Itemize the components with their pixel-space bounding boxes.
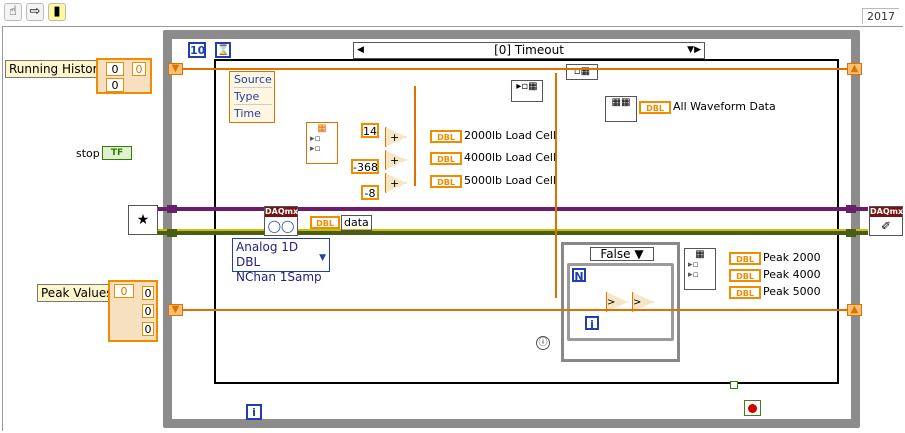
peak2000-terminal[interactable]: DBL bbox=[729, 252, 761, 265]
unbundle-item-type: Type bbox=[234, 90, 272, 105]
constant-offset-1[interactable]: 14 bbox=[361, 123, 379, 138]
daqmx-read-node[interactable]: DAQmx ◯◯ bbox=[264, 206, 298, 236]
history-wire bbox=[183, 68, 847, 70]
peak-value-1[interactable]: 0 bbox=[142, 286, 154, 300]
peak-value-3[interactable]: 0 bbox=[142, 322, 154, 336]
polymorphic-dropdown-icon[interactable]: ▼ bbox=[319, 251, 326, 266]
version-year: 2017 bbox=[862, 8, 899, 24]
hand-icon[interactable]: ☝ bbox=[4, 3, 22, 21]
peak-array-icon: ▦ bbox=[695, 249, 705, 260]
case-decrement-icon[interactable]: ◀ bbox=[354, 43, 367, 58]
case-selector[interactable]: ◀ [0] Timeout ▼▶ bbox=[353, 42, 705, 59]
task-tunnel-right bbox=[846, 205, 856, 213]
daqmx-polymorphic-selector[interactable]: Analog 1D DBL NChan 1Samp ▼ bbox=[232, 238, 330, 284]
all-waveform-terminal[interactable]: DBL bbox=[639, 101, 671, 114]
for-loop[interactable]: N i > > bbox=[567, 263, 674, 341]
shift-register-left-bottom: ▼ bbox=[168, 304, 183, 316]
running-history-index[interactable]: 0 bbox=[132, 62, 146, 76]
index-terminals: ▸▫ ▸▫ bbox=[310, 134, 321, 154]
error-tunnel-right bbox=[846, 229, 856, 237]
inner-case-selector[interactable]: False ▼ bbox=[590, 247, 654, 261]
error-tunnel-left bbox=[167, 229, 177, 237]
glasses-icon: ◯◯ bbox=[267, 219, 295, 233]
case-selector-label: [0] Timeout bbox=[494, 43, 564, 57]
peak2000-label: Peak 2000 bbox=[763, 251, 821, 264]
sum-wire bbox=[414, 86, 416, 186]
load2000-label: 2000lb Load Cell bbox=[464, 129, 556, 142]
load4000-terminal[interactable]: DBL bbox=[430, 152, 462, 165]
for-loop-iteration: i bbox=[585, 316, 599, 331]
running-history-value-1[interactable]: 0 bbox=[106, 62, 124, 76]
stop-control[interactable]: TF bbox=[102, 146, 132, 160]
peak5000-label: Peak 5000 bbox=[763, 285, 821, 298]
waveform-node[interactable]: ▦▦ bbox=[605, 96, 637, 122]
info-icon[interactable]: ⓘ bbox=[536, 336, 550, 350]
case-dropdown-icon[interactable]: ▼▶ bbox=[684, 43, 704, 58]
peak-value-2[interactable]: 0 bbox=[142, 304, 154, 318]
for-loop-count: N bbox=[572, 268, 586, 283]
shift-register-left-top: ▼ bbox=[168, 63, 183, 75]
vertical-wire bbox=[555, 73, 557, 298]
all-waveform-label: All Waveform Data bbox=[673, 100, 776, 113]
peak-values-index[interactable]: 0 bbox=[114, 284, 134, 298]
stop-condition-tunnel bbox=[730, 381, 738, 389]
waveform-icon: ▦▦ bbox=[611, 97, 631, 108]
constant-offset-3[interactable]: -8 bbox=[361, 185, 379, 200]
stop-sign-icon bbox=[748, 404, 757, 413]
peak-values-label: Peak Values bbox=[37, 284, 117, 302]
peak5000-terminal[interactable]: DBL bbox=[729, 286, 761, 299]
unbundle-by-name[interactable]: Source Type Time bbox=[229, 71, 275, 123]
data-indicator-terminal[interactable]: DBL bbox=[310, 216, 340, 229]
load2000-terminal[interactable]: DBL bbox=[430, 130, 462, 143]
append-array-node[interactable]: ▫▦ bbox=[566, 64, 598, 80]
stop-label: stop bbox=[76, 147, 100, 160]
load5000-label: 5000lb Load Cell bbox=[464, 174, 556, 187]
load5000-terminal[interactable]: DBL bbox=[430, 175, 462, 188]
unbundle-item-source: Source bbox=[234, 73, 272, 88]
unbundle-item-time: Time bbox=[234, 107, 261, 120]
wait-timer-icon[interactable]: ⌛ bbox=[215, 42, 231, 58]
load4000-label: 4000lb Load Cell bbox=[464, 151, 556, 164]
stop-condition-terminal[interactable] bbox=[744, 400, 761, 416]
eraser-icon: ✐ bbox=[880, 219, 892, 233]
build-array-node[interactable]: ▸▫▦ bbox=[511, 80, 543, 102]
polymorphic-line-1: Analog 1D DBL bbox=[236, 240, 299, 269]
toolbar: ☝ ⇨ ▮ 2017 bbox=[0, 0, 905, 26]
shift-register-right-bottom: ▲ bbox=[847, 304, 862, 316]
array-icon: ▦ bbox=[317, 123, 327, 134]
shift-register-right-top: ▲ bbox=[847, 63, 862, 75]
peak-values-array[interactable]: 0 0 0 0 bbox=[108, 280, 158, 342]
arrow-right-icon[interactable]: ⇨ bbox=[26, 3, 44, 21]
iteration-terminal: i bbox=[246, 404, 262, 420]
peak-wire bbox=[183, 309, 847, 311]
running-history-array[interactable]: 0 0 0 bbox=[96, 58, 152, 94]
constant-offset-2[interactable]: -368 bbox=[351, 159, 379, 174]
peak4000-label: Peak 4000 bbox=[763, 268, 821, 281]
daqmx-read-badge: DAQmx bbox=[265, 207, 299, 217]
daqmx-task-constant-icon[interactable]: ★ bbox=[128, 205, 158, 235]
data-label: data bbox=[341, 215, 372, 231]
daqmx-clear-badge: DAQmx bbox=[870, 207, 904, 217]
peak-index-node[interactable]: ▦ ▸▫ ▸▫ bbox=[684, 248, 716, 290]
index-array-node[interactable]: ▦ ▸▫ ▸▫ bbox=[306, 122, 338, 164]
running-history-value-2[interactable]: 0 bbox=[106, 78, 124, 92]
inner-case-label: False bbox=[600, 247, 631, 261]
task-tunnel-left bbox=[167, 205, 177, 213]
running-history-label: Running History bbox=[5, 60, 109, 78]
loop-count-constant[interactable]: 10 bbox=[188, 42, 206, 58]
peak-index-terminals: ▸▫ ▸▫ bbox=[688, 260, 699, 280]
polymorphic-line-2: NChan 1Samp bbox=[236, 270, 322, 284]
peak4000-terminal[interactable]: DBL bbox=[729, 269, 761, 282]
daqmx-clear-node[interactable]: DAQmx ✐ bbox=[869, 206, 903, 236]
build-array-icon: ▸▫▦ bbox=[516, 81, 538, 92]
highlight-run-icon[interactable]: ▮ bbox=[48, 3, 66, 21]
